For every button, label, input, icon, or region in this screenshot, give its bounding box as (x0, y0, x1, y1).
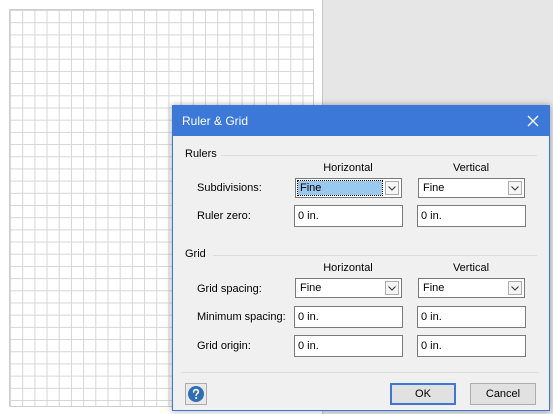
footer-divider (181, 372, 539, 373)
subdivisions-vertical-value: Fine (423, 182, 445, 194)
grid-spacing-vertical-value: Fine (423, 282, 445, 294)
grid-divider (213, 255, 537, 256)
minimum-spacing-label: Minimum spacing: (197, 311, 286, 323)
close-icon (527, 115, 539, 127)
chevron-down-icon (508, 281, 522, 295)
subdivisions-label: Subdivisions: (197, 182, 262, 194)
ruler-zero-vertical-field[interactable]: 0 in. (417, 205, 526, 227)
grid-origin-horizontal-field[interactable]: 0 in. (294, 335, 403, 357)
minimum-spacing-vertical-field[interactable]: 0 in. (417, 306, 526, 328)
dialog-titlebar[interactable]: Ruler & Grid (173, 106, 549, 136)
grid-spacing-horizontal-value: Fine (300, 282, 322, 294)
grid-vertical-header: Vertical (452, 262, 490, 274)
grid-origin-vertical-field[interactable]: 0 in. (417, 335, 526, 357)
rulers-section-label: Rulers (185, 148, 217, 160)
chevron-down-icon (385, 281, 399, 295)
grid-spacing-label: Grid spacing: (197, 283, 262, 295)
ruler-grid-dialog: Ruler & Grid Rulers Horizontal Vertical … (172, 105, 550, 411)
ruler-zero-horizontal-field[interactable]: 0 in. (294, 205, 403, 227)
subdivisions-horizontal-select[interactable]: Fine (295, 178, 402, 198)
grid-horizontal-header: Horizontal (323, 262, 373, 274)
rulers-horizontal-header: Horizontal (323, 162, 373, 174)
grid-spacing-vertical-select[interactable]: Fine (418, 278, 525, 298)
chevron-down-icon (508, 181, 522, 195)
help-icon (188, 386, 204, 402)
subdivisions-vertical-select[interactable]: Fine (418, 178, 525, 198)
close-button[interactable] (521, 109, 545, 133)
grid-origin-label: Grid origin: (197, 340, 251, 352)
subdivisions-horizontal-value: Fine (297, 180, 383, 196)
cancel-button[interactable]: Cancel (470, 383, 536, 405)
ruler-zero-label: Ruler zero: (197, 210, 251, 222)
chevron-down-icon (385, 181, 399, 195)
rulers-divider (221, 155, 537, 156)
rulers-vertical-header: Vertical (452, 162, 490, 174)
grid-spacing-horizontal-select[interactable]: Fine (295, 278, 402, 298)
minimum-spacing-horizontal-field[interactable]: 0 in. (294, 306, 403, 328)
grid-section-label: Grid (185, 248, 206, 260)
dialog-title: Ruler & Grid (182, 114, 249, 128)
help-button[interactable] (185, 383, 207, 405)
ok-button[interactable]: OK (390, 383, 456, 405)
